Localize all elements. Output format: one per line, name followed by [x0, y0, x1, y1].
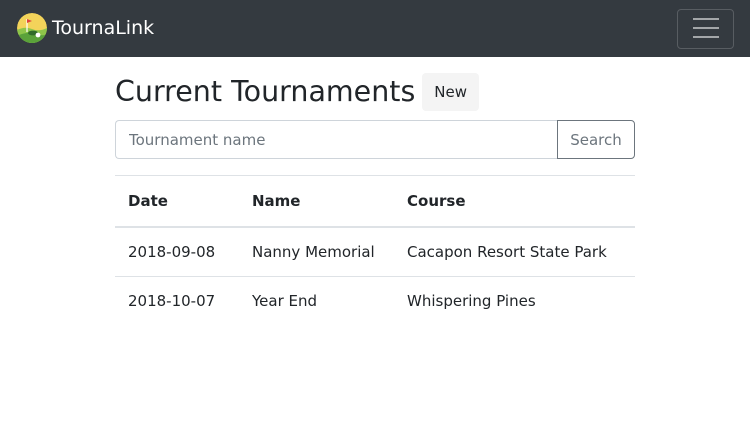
brand-name: TournaLink [52, 17, 155, 39]
brand-link[interactable]: TournaLink [17, 13, 154, 43]
cell-date: 2018-09-08 [128, 242, 216, 261]
page-title: Current Tournaments [115, 75, 416, 108]
column-header-date[interactable]: Date [115, 175, 239, 228]
cell-name: Nanny Memorial [252, 242, 375, 261]
column-header-name[interactable]: Name [239, 175, 394, 228]
page-heading: Current Tournaments New [115, 73, 480, 111]
search-button[interactable]: Search [557, 120, 635, 159]
column-header-course[interactable]: Course [394, 175, 635, 228]
navbar-toggle-button[interactable] [677, 9, 734, 49]
table-row[interactable]: 2018-10-07 Year End Whispering Pines [115, 275, 635, 326]
cell-name: Year End [239, 275, 394, 326]
table-header-row: Date Name Course [115, 175, 635, 228]
tournament-search-input[interactable] [115, 120, 557, 159]
cell-course: Whispering Pines [394, 275, 635, 326]
golf-course-logo-icon [17, 13, 47, 43]
hamburger-menu-icon [692, 17, 719, 42]
cell-course: Cacapon Resort State Park [407, 242, 607, 261]
navbar: TournaLink [0, 0, 750, 57]
search-form: Search [115, 120, 635, 159]
table-row[interactable]: 2018-09-08 Nanny Memorial Cacapon Resort… [115, 227, 635, 277]
tournaments-table: Date Name Course 2018-09-08 Nanny Memori… [115, 175, 635, 326]
new-tournament-button[interactable]: New [422, 73, 480, 111]
cell-date: 2018-10-07 [115, 275, 239, 326]
